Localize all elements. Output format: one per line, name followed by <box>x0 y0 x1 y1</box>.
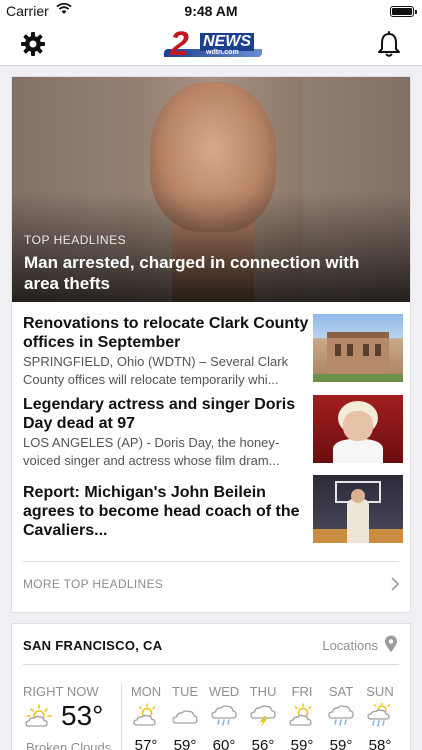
more-top-headlines-link[interactable]: MORE TOP HEADLINES <box>23 577 401 599</box>
forecast-day[interactable]: SUN 58° <box>362 684 398 750</box>
forecast-day-name: WED <box>208 684 240 699</box>
forecast-high: 59° <box>290 737 314 750</box>
rain-cloud-icon <box>328 705 354 726</box>
forecast-day[interactable]: SAT 59° <box>323 684 359 750</box>
forecast-day-name: MON <box>130 684 162 699</box>
story-thumbnail <box>313 314 403 382</box>
locations-button[interactable]: Locations <box>322 638 378 653</box>
story-thumbnail <box>313 475 403 543</box>
nav-bar: 2 NEWS wdtn.com <box>0 22 422 66</box>
forecast-day-name: THU <box>249 684 277 699</box>
gear-icon[interactable] <box>20 31 46 57</box>
hero-kicker: TOP HEADLINES <box>24 233 127 247</box>
story-title: Legendary actress and singer Doris Day d… <box>23 396 296 432</box>
current-conditions: RIGHT NOW 53° Broken Clouds <box>23 684 119 750</box>
logo-site: wdtn.com <box>206 49 239 56</box>
story-summary: LOS ANGELES (AP) - Doris Day, the honey-… <box>23 435 280 468</box>
current-temperature: 53° <box>61 700 104 731</box>
forecast-high: 58° <box>368 737 392 750</box>
weather-location: SAN FRANCISCO, CA <box>23 638 163 653</box>
battery-icon <box>390 6 417 17</box>
list-item[interactable]: Legendary actress and singer Doris Day d… <box>23 395 403 470</box>
right-now-label: RIGHT NOW <box>23 684 99 699</box>
forecast-day[interactable]: TUE 59° <box>167 684 203 750</box>
rain-cloud-icon <box>211 705 237 726</box>
forecast-high: 59° <box>173 737 197 750</box>
partly-sunny-icon <box>133 703 156 726</box>
story-title: Report: Michigan's John Beilein agrees t… <box>23 484 300 539</box>
forecast-high: 57° <box>134 737 158 750</box>
partly-sunny-icon <box>25 704 52 727</box>
hero-story[interactable]: TOP HEADLINES Man arrested, charged in c… <box>12 77 410 302</box>
list-item[interactable]: Report: Michigan's John Beilein agrees t… <box>23 475 403 550</box>
forecast-day[interactable]: MON 57° <box>128 684 164 750</box>
forecast-day-name: SAT <box>328 684 354 699</box>
story-summary: SPRINGFIELD, Ohio (WDTN) – Several Clark… <box>23 354 289 387</box>
list-item[interactable]: Renovations to relocate Clark County off… <box>23 314 403 389</box>
sun-rain-icon <box>367 703 391 727</box>
current-condition: Broken Clouds <box>26 740 112 750</box>
partly-sunny-icon <box>289 703 312 726</box>
forecast-day-name: SUN <box>366 684 394 699</box>
forecast-day-name: FRI <box>291 684 313 699</box>
divider <box>23 561 399 562</box>
top-headlines-card: TOP HEADLINES Man arrested, charged in c… <box>11 76 411 613</box>
hero-title: Man arrested, charged in connection with… <box>24 253 360 293</box>
logo-number: 2 <box>170 25 189 63</box>
story-thumbnail <box>313 395 403 463</box>
forecast-day[interactable]: FRI 59° <box>284 684 320 750</box>
status-bar: Carrier 9:48 AM <box>0 0 422 22</box>
clock: 9:48 AM <box>184 3 238 19</box>
location-pin-icon[interactable] <box>384 635 398 653</box>
chevron-right-icon <box>391 577 400 591</box>
forecast-high: 60° <box>212 737 236 750</box>
cloud-icon <box>172 710 198 724</box>
station-logo[interactable]: 2 NEWS wdtn.com <box>164 25 264 63</box>
divider <box>23 664 399 665</box>
thunderstorm-icon <box>250 705 276 727</box>
forecast-high: 56° <box>251 737 275 750</box>
more-link-label: MORE TOP HEADLINES <box>23 577 164 591</box>
forecast-high: 59° <box>329 737 353 750</box>
forecast-day[interactable]: THU 56° <box>245 684 281 750</box>
divider <box>121 684 122 750</box>
forecast-day-name: TUE <box>172 684 198 699</box>
story-title: Renovations to relocate Clark County off… <box>23 315 309 351</box>
forecast-day[interactable]: WED 60° <box>206 684 242 750</box>
weather-card: SAN FRANCISCO, CA Locations RIGHT NOW 53… <box>11 623 411 750</box>
bell-icon[interactable] <box>376 30 402 58</box>
